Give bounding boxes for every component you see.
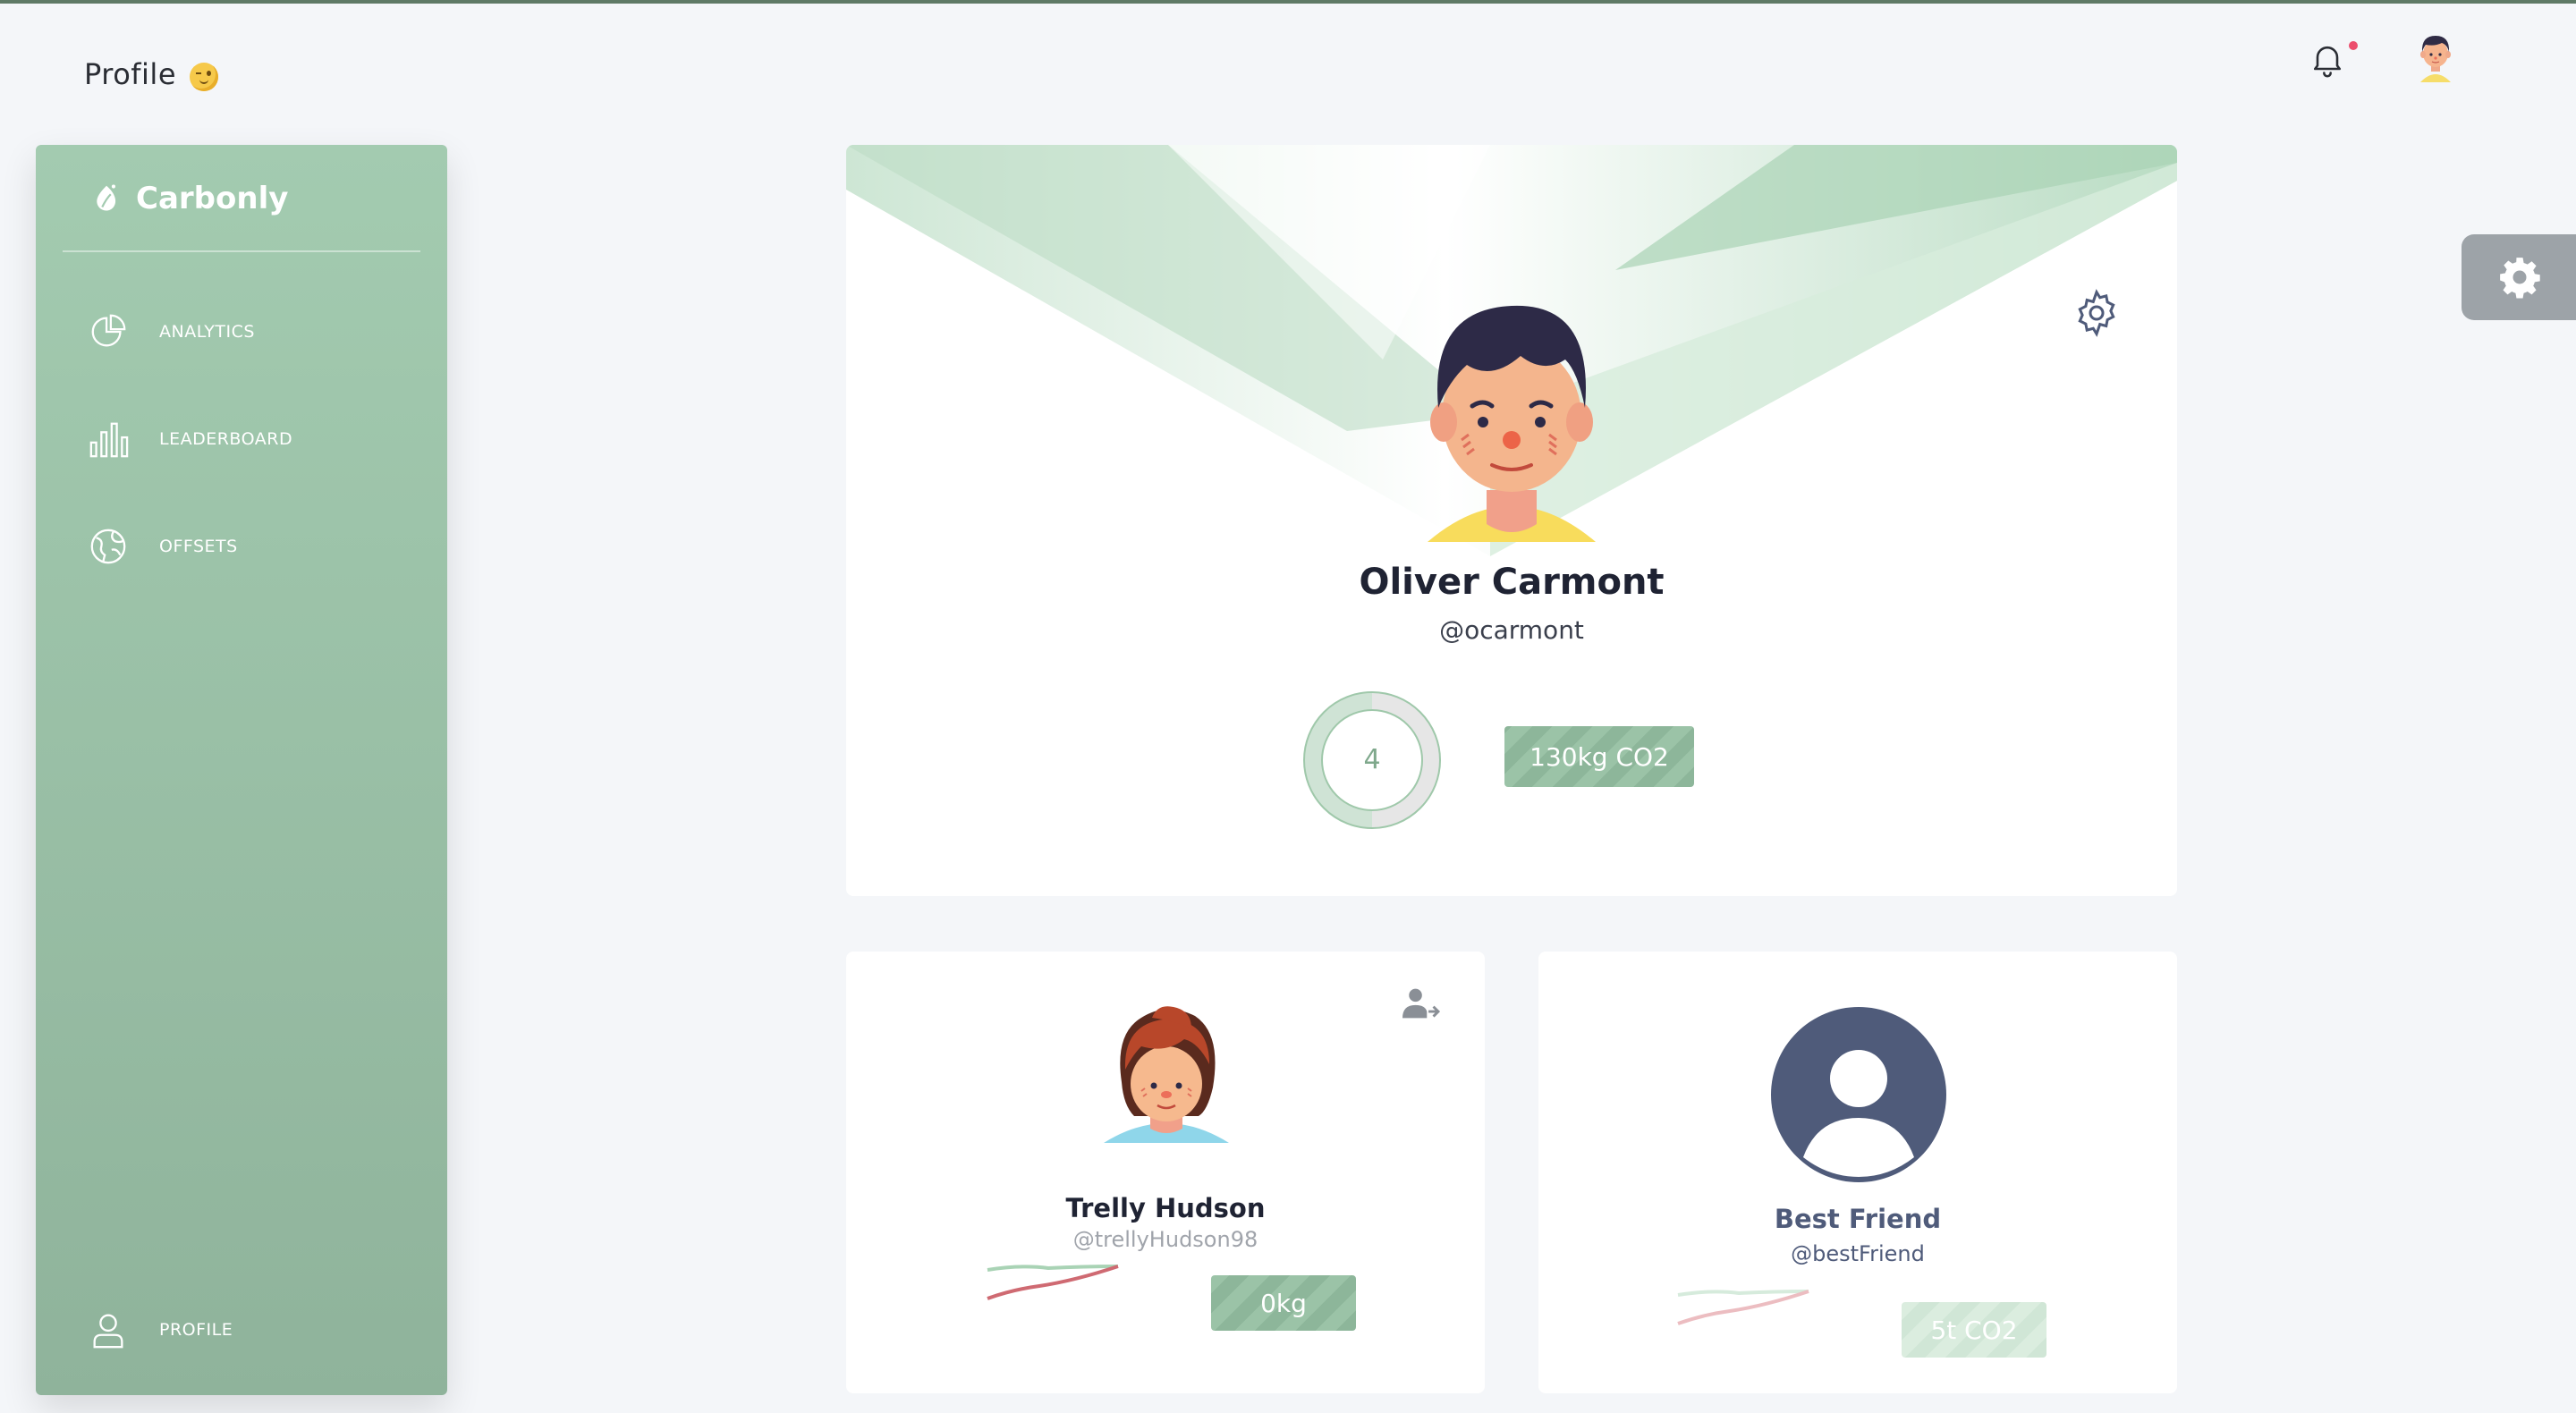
profile-name: Oliver Carmont <box>1359 562 1665 603</box>
avatar[interactable] <box>2408 27 2463 82</box>
divider <box>63 250 420 252</box>
sidebar-item-label: OFFSETS <box>159 537 238 556</box>
winking-face-icon <box>190 63 218 91</box>
ring-value: 4 <box>1363 744 1381 775</box>
brand[interactable]: Carbonly <box>89 181 288 216</box>
trend-sparkline <box>1677 1290 1809 1325</box>
brand-name: Carbonly <box>136 181 289 216</box>
profile-handle: @ocarmont <box>1439 615 1584 645</box>
co2-badge: 0kg <box>1211 1275 1356 1331</box>
friend-card[interactable]: Best Friend @bestFriend 5t CO2 <box>1538 952 2177 1393</box>
leaf-logo-icon <box>97 184 116 211</box>
gear-icon <box>2500 258 2540 299</box>
sidebar-item-label: ANALYTICS <box>159 322 255 342</box>
sidebar: Carbonly ANALYTICS LEADERBOARD OFFSETS P… <box>36 145 447 1395</box>
settings-tab-button[interactable] <box>2462 234 2576 320</box>
user-icon <box>93 1314 123 1349</box>
sidebar-item-profile[interactable]: PROFILE <box>88 1309 233 1350</box>
bar-chart-icon <box>89 422 129 458</box>
default-avatar-icon <box>1771 1007 1946 1182</box>
sidebar-item-label: LEADERBOARD <box>159 429 293 449</box>
profile-card: Oliver Carmont @ocarmont 4 130kg CO2 <box>846 145 2177 896</box>
top-accent-line <box>0 0 2576 4</box>
co2-badge: 5t CO2 <box>1902 1302 2046 1358</box>
globe-icon <box>90 529 126 564</box>
sidebar-item-offsets[interactable]: OFFSETS <box>88 526 238 567</box>
friend-name: Trelly Hudson <box>1065 1193 1266 1223</box>
pie-chart-icon <box>91 314 126 347</box>
friend-card[interactable]: Trelly Hudson @trellyHudson98 0kg <box>846 952 1485 1393</box>
profile-avatar <box>1428 305 1596 542</box>
bell-icon[interactable] <box>2308 39 2347 79</box>
notification-dot <box>2349 41 2358 50</box>
friend-handle: @bestFriend <box>1791 1241 1925 1266</box>
co2-badge: 130kg CO2 <box>1504 726 1694 787</box>
settings-gear-icon[interactable] <box>2072 288 2122 338</box>
friend-handle: @trellyHudson98 <box>1072 1227 1258 1252</box>
trend-sparkline <box>987 1265 1119 1300</box>
sidebar-item-leaderboard[interactable]: LEADERBOARD <box>88 419 292 460</box>
sidebar-item-label: PROFILE <box>159 1320 233 1340</box>
sidebar-item-analytics[interactable]: ANALYTICS <box>88 311 255 352</box>
remove-friend-icon[interactable] <box>1401 986 1440 1021</box>
friend-avatar <box>1104 1006 1229 1143</box>
friend-name: Best Friend <box>1774 1204 1942 1234</box>
page-title: Profile <box>84 57 176 91</box>
